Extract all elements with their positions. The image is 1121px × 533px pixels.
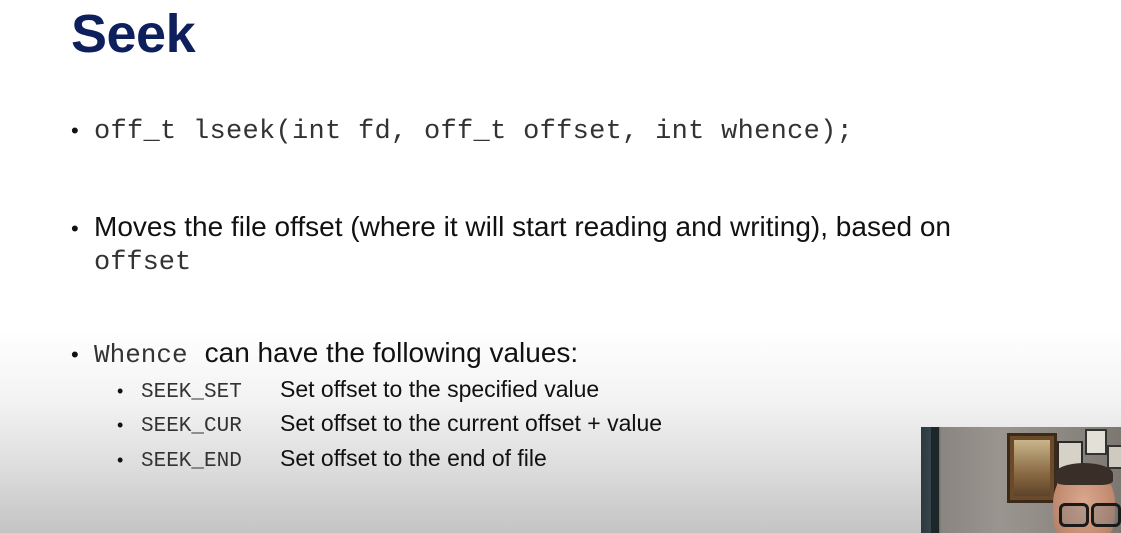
wall-painting [1007,433,1057,503]
code-seek-cur: SEEK_CUR [141,415,242,438]
seek-set-text: Set offset to the specified value [280,376,600,402]
code-offset: offset [94,248,192,278]
code-seek-end: SEEK_END [141,450,242,473]
bullet-whence: • Whence can have the following values: [71,337,578,370]
slide-title: Seek [71,4,196,64]
bullet-dot-icon: • [71,118,79,143]
sub-bullet-dot-icon: • [117,381,124,401]
bullet-dot-icon: • [71,342,79,367]
code-seek-set: SEEK_SET [141,381,242,404]
whence-text: can have the following values: [204,337,579,368]
sub-bullet-dot-icon: • [117,415,124,435]
sub-item-seek-set: • SEEK_SET Set offset to the specified v… [117,376,599,404]
description-text: Moves the file offset (where it will sta… [94,211,952,242]
sub-bullet-dot-icon: • [117,450,124,470]
code-whence: Whence [94,340,188,370]
bullet-description: • Moves the file offset (where it will s… [71,210,951,280]
sub-item-seek-end: • SEEK_END Set offset to the end of file [117,445,547,473]
seek-end-text: Set offset to the end of file [280,445,547,471]
bullet-dot-icon: • [71,216,79,241]
seek-cur-text: Set offset to the current offset + value [280,410,663,436]
code-signature: off_t lseek(int fd, off_t offset, int wh… [94,117,854,147]
presenter-webcam [921,427,1121,533]
glasses-icon [1059,503,1089,527]
bullet-signature: • off_t lseek(int fd, off_t offset, int … [71,117,853,147]
sub-item-seek-cur: • SEEK_CUR Set offset to the current off… [117,410,662,438]
